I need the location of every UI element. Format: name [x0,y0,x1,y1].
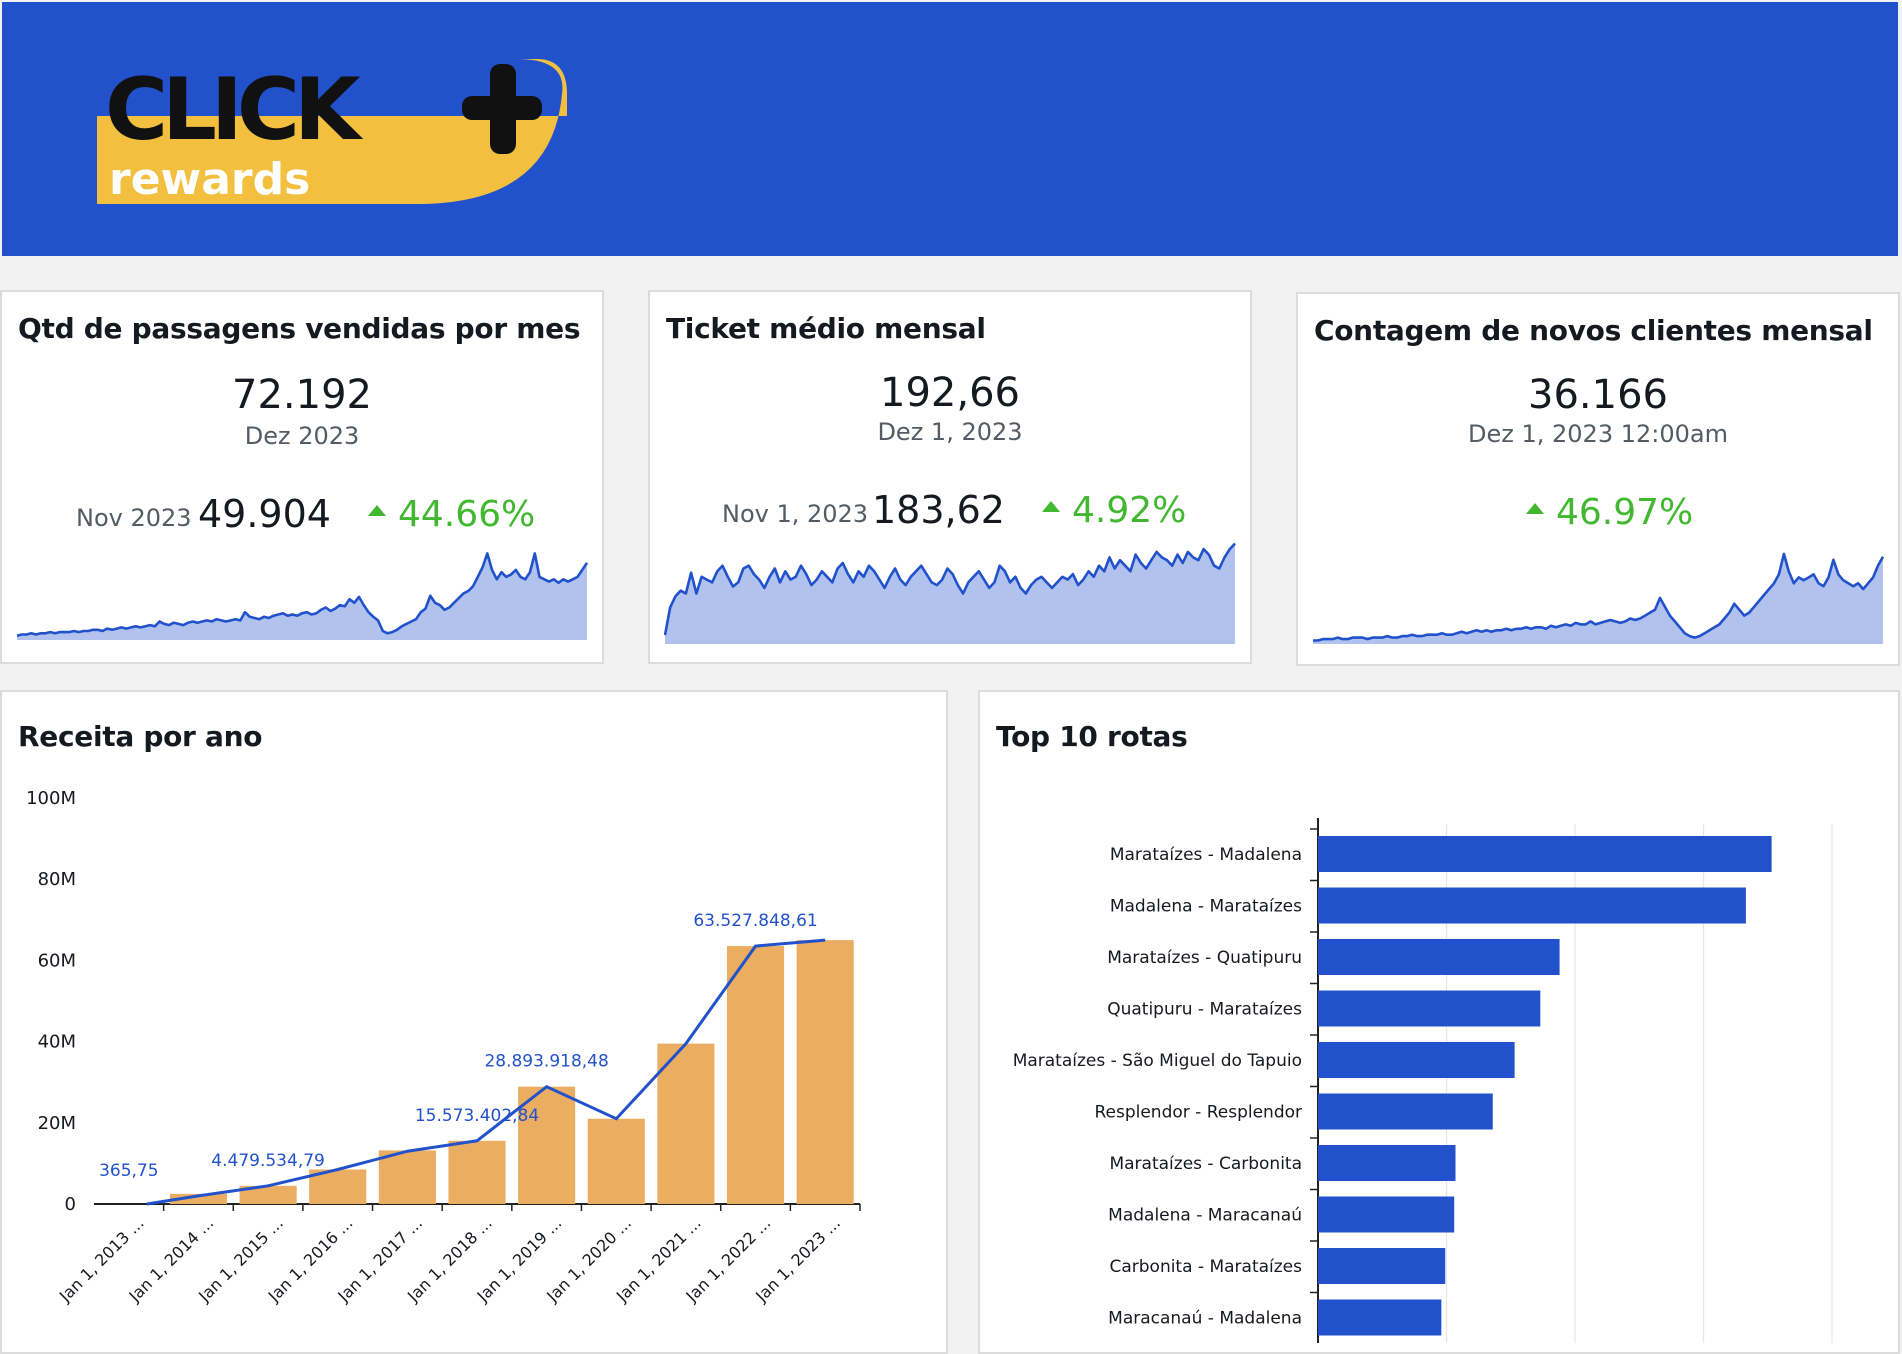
route-label: Maracanaú - Madalena [1108,1309,1302,1329]
route-bar [1318,1196,1455,1233]
sparkline-area [665,543,1235,644]
routes-chart-card: Top 10 rotas 010K20K30K40KMarataízes - M… [978,690,1900,1354]
revenue-bar [448,1140,506,1204]
kpi-value: 72.192 [232,372,372,418]
kpi-period: Dez 2023 [244,422,360,450]
route-bar [1318,1042,1515,1078]
delta-value: 46.97% [1526,492,1693,533]
up-arrow-icon [1042,500,1060,512]
kpi-card-tickets: Qtd de passagens vendidas por mes 72.192… [0,290,604,664]
route-label: Marataízes - Madalena [1110,845,1302,865]
up-arrow-icon [1526,502,1544,514]
route-label: Madalena - Marataízes [1110,897,1302,917]
revenue-bar [796,940,854,1204]
up-arrow-icon [368,504,386,516]
route-bar [1318,836,1772,872]
route-bar [1318,1093,1493,1130]
data-label: 28.893.918,48 [484,1052,608,1072]
route-bar [1318,1248,1446,1284]
y-tick-label: 20M [38,1113,76,1134]
route-label: Quatipuru - Marataízes [1107,1000,1302,1020]
dashboard-header: CLICK rewards [2,2,1898,256]
route-bar [1318,1145,1456,1181]
route-label: Madalena - Maracanaú [1108,1206,1302,1226]
sparkline-area [17,553,587,640]
top-routes-bar-chart: 010K20K30K40KMarataízes - MadalenaMadale… [1013,818,1833,1343]
route-label: Carbonita - Marataízes [1109,1257,1302,1277]
card-title: Ticket médio mensal [666,312,986,345]
logo-click-text: CLICK [105,60,364,160]
route-bar [1318,939,1560,975]
data-label: 15.573.402,84 [415,1106,539,1126]
data-label: 63.527.848,61 [693,911,817,931]
kpi-period: Dez 1, 2023 12:00am [1468,420,1728,448]
card-title: Receita por ano [18,720,263,753]
sparkline [664,542,1236,644]
sparkline [16,552,588,640]
card-title: Qtd de passagens vendidas por mes [18,312,581,345]
kpi-period: Dez 1, 2023 [877,418,1023,446]
kpi-card-ticket-medio: Ticket médio mensal 192,66 Dez 1, 2023 N… [648,290,1252,664]
kpi-value: 192,66 [880,370,1020,416]
route-bar [1318,990,1541,1027]
revenue-bar [587,1118,645,1204]
click-rewards-logo: CLICK rewards [97,59,567,204]
revenue-bar [378,1150,436,1204]
route-label: Resplendor - Resplendor [1094,1103,1302,1123]
y-tick-label: 0 [65,1194,76,1215]
comparison-period: Nov 1, 2023 [722,500,869,528]
sparkline [1313,552,1884,644]
kpi-value: 36.166 [1528,372,1668,418]
route-label: Marataízes - Carbonita [1109,1154,1302,1174]
kpi-comparison: 46.97% [1298,490,1898,534]
y-tick-label: 100M [26,788,76,809]
comparison-value: 183,62 [872,488,1005,532]
revenue-bar-line-chart: 020M40M60M80M100MJan 1, 2013 ...Jan 1, 2… [26,788,861,1306]
logo-rewards-text: rewards [109,154,310,204]
kpi-comparison: Nov 1, 2023 183,62 4.92% [650,488,1250,532]
delta-percent: 44.66% [398,494,536,535]
card-title: Top 10 rotas [996,720,1188,753]
comparison-value: 49.904 [198,492,331,536]
data-label: 4.479.534,79 [211,1151,325,1171]
delta-percent: 46.97% [1556,492,1694,533]
delta-value: 4.92% [1042,490,1186,531]
sparkline-area [1313,553,1883,644]
route-bar [1318,1299,1442,1336]
data-label: 365,75 [99,1161,158,1181]
y-tick-label: 40M [38,1032,76,1053]
y-tick-label: 60M [38,950,76,971]
card-title: Contagem de novos clientes mensal [1314,314,1873,347]
delta-percent: 4.92% [1072,490,1187,531]
route-bar [1318,887,1746,924]
delta-value: 44.66% [368,494,535,535]
route-label: Marataízes - São Miguel do Tapuio [1013,1051,1302,1071]
comparison-period: Nov 2023 [76,504,192,532]
kpi-card-novos-clientes: Contagem de novos clientes mensal 36.166… [1296,292,1900,666]
y-tick-label: 80M [38,869,76,890]
revenue-bar [518,1086,576,1204]
kpi-comparison: Nov 2023 49.904 44.66% [2,492,602,536]
revenue-chart-card: Receita por ano 0 20M 40M 60M 80M 100M Jan 1, … [0,690,948,1354]
revenue-bar [657,1043,715,1204]
revenue-bar [726,946,785,1204]
route-label: Marataízes - Quatipuru [1107,948,1302,968]
